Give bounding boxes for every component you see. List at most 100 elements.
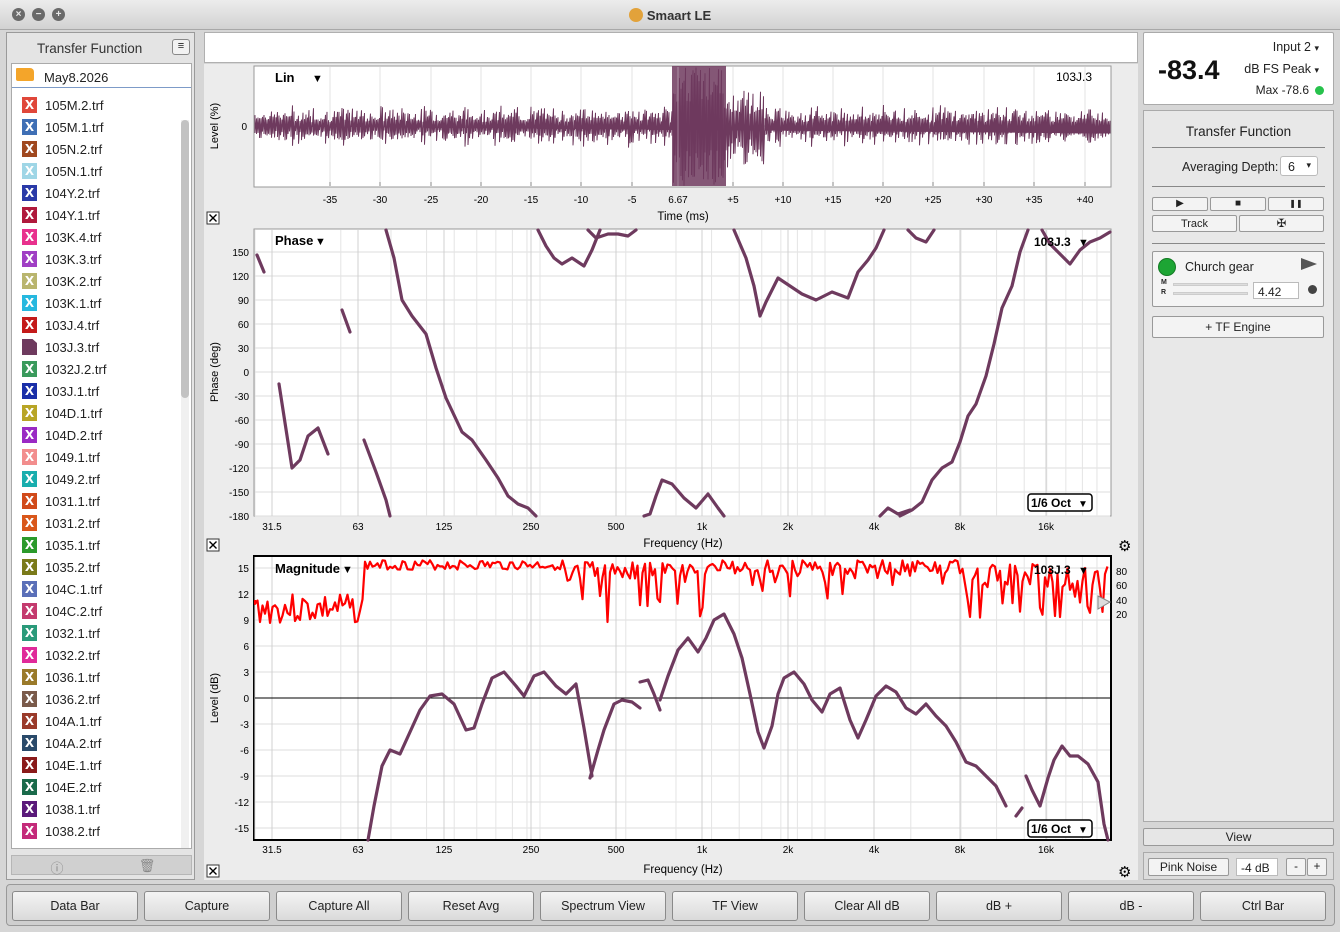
file-item[interactable]: X 103K.3.trf bbox=[12, 248, 182, 270]
data-bar-menu-button[interactable]: ≡ bbox=[172, 39, 190, 55]
impulse-mode-label[interactable]: Lin bbox=[275, 70, 295, 85]
file-item[interactable]: X 1035.2.trf bbox=[12, 556, 182, 578]
toolbar-button-spectrum-view[interactable]: Spectrum View bbox=[540, 891, 666, 921]
toolbar-button-capture-all[interactable]: Capture All bbox=[276, 891, 402, 921]
file-item[interactable]: X 1049.1.trf bbox=[12, 446, 182, 468]
dropdown-arrow-icon[interactable]: ▼ bbox=[312, 73, 323, 85]
close-pane-icon[interactable] bbox=[206, 211, 220, 225]
view-button[interactable]: View bbox=[1143, 828, 1334, 846]
file-item[interactable]: X 103K.4.trf bbox=[12, 226, 182, 248]
pink-noise-button[interactable]: Pink Noise bbox=[1148, 858, 1229, 876]
file-item[interactable]: X 104Y.2.trf bbox=[12, 182, 182, 204]
file-item[interactable]: X 104E.1.trf bbox=[12, 754, 182, 776]
folder-row[interactable]: May8.2026 bbox=[12, 64, 191, 88]
file-item[interactable]: X 1049.2.trf bbox=[12, 468, 182, 490]
scrollbar-thumb[interactable] bbox=[181, 120, 189, 398]
file-name: 104C.1.trf bbox=[45, 582, 103, 597]
file-item[interactable]: X 1035.1.trf bbox=[12, 534, 182, 556]
file-item[interactable]: X 1032J.2.trf bbox=[12, 358, 182, 380]
magnitude-smoothing-select[interactable]: 1/6 Oct ▼ bbox=[1027, 819, 1093, 838]
file-item[interactable]: X 104D.2.trf bbox=[12, 424, 182, 446]
y-tick-label: 150 bbox=[232, 248, 249, 259]
gear-icon[interactable]: ⚙ bbox=[1118, 864, 1131, 880]
toolbar-button-tf-view[interactable]: TF View bbox=[672, 891, 798, 921]
dropdown-arrow-icon[interactable]: ▼ bbox=[342, 564, 353, 576]
file-item[interactable]: X 1038.2.trf bbox=[12, 820, 182, 842]
file-item[interactable]: X 104A.1.trf bbox=[12, 710, 182, 732]
file-item[interactable]: X 1031.2.trf bbox=[12, 512, 182, 534]
file-item[interactable]: 103J.3.trf bbox=[12, 336, 182, 358]
level-down-button[interactable]: - bbox=[1286, 858, 1306, 876]
magnitude-pane[interactable]: Magnitude ▼ 103J.3 ▼ 1/6 Oct ▼ 80604020 … bbox=[204, 554, 1138, 880]
impulse-trace-label: 103J.3 bbox=[1056, 70, 1092, 84]
impulse-ylabel: Level (%) bbox=[209, 103, 221, 149]
toolbar-button-db[interactable]: dB + bbox=[936, 891, 1062, 921]
file-item[interactable]: X 103K.2.trf bbox=[12, 270, 182, 292]
dropdown-arrow-icon[interactable]: ▼ bbox=[1078, 237, 1089, 249]
file-item[interactable]: X 1036.2.trf bbox=[12, 688, 182, 710]
file-item[interactable]: X 103J.4.trf bbox=[12, 314, 182, 336]
toolbar-button-capture[interactable]: Capture bbox=[144, 891, 270, 921]
dropdown-arrow-icon: ▾ bbox=[1314, 43, 1319, 53]
file-tree[interactable]: May8.2026 X 105M.2.trf X 105M.1.trf X 105N.2.… bbox=[11, 63, 192, 849]
play-button[interactable]: ▶ bbox=[1152, 197, 1208, 211]
track-button[interactable]: Track bbox=[1152, 215, 1237, 232]
info-icon[interactable]: ⓘ bbox=[12, 858, 102, 876]
tools-icon[interactable]: ✠ bbox=[1239, 215, 1324, 232]
file-item[interactable]: X 105M.1.trf bbox=[12, 116, 182, 138]
magnitude-trace-label[interactable]: 103J.3 bbox=[1034, 563, 1071, 577]
phase-pane[interactable]: Phase ▼ 103J.3 ▼ 1/6 Oct ▼ Phase (deg) 1… bbox=[204, 228, 1138, 554]
x-tick-label: 250 bbox=[523, 522, 540, 533]
file-item[interactable]: X 103J.1.trf bbox=[12, 380, 182, 402]
toolbar-button-data-bar[interactable]: Data Bar bbox=[12, 891, 138, 921]
file-item[interactable]: X 104Y.1.trf bbox=[12, 204, 182, 226]
file-item[interactable]: X 104E.2.trf bbox=[12, 776, 182, 798]
phase-mode-label[interactable]: Phase bbox=[275, 233, 313, 248]
file-item[interactable]: X 104C.1.trf bbox=[12, 578, 182, 600]
trace-file-icon: X bbox=[22, 251, 37, 267]
trash-icon[interactable]: 🗑 bbox=[102, 858, 192, 873]
engine-on-button[interactable] bbox=[1158, 258, 1176, 276]
pause-button[interactable]: ❚❚ bbox=[1268, 197, 1324, 211]
engine-play-icon[interactable] bbox=[1301, 258, 1317, 270]
close-pane-icon[interactable] bbox=[206, 538, 220, 552]
averaging-select[interactable]: 6 ▾ bbox=[1280, 156, 1318, 176]
file-item[interactable]: X 105M.2.trf bbox=[12, 94, 182, 116]
file-item[interactable]: X 104D.1.trf bbox=[12, 402, 182, 424]
dropdown-arrow-icon[interactable]: ▼ bbox=[1078, 565, 1089, 577]
magnitude-mode-label[interactable]: Magnitude bbox=[275, 561, 340, 576]
delay-value-field[interactable]: 4.42 bbox=[1253, 282, 1299, 299]
file-item[interactable]: X 104A.2.trf bbox=[12, 732, 182, 754]
file-item[interactable]: X 105N.1.trf bbox=[12, 160, 182, 182]
add-tf-engine-button[interactable]: + TF Engine bbox=[1152, 316, 1324, 338]
level-up-button[interactable]: + bbox=[1307, 858, 1327, 876]
phase-trace-label[interactable]: 103J.3 bbox=[1034, 235, 1071, 249]
file-item[interactable]: X 1038.1.trf bbox=[12, 798, 182, 820]
generator-level[interactable]: -4 dB bbox=[1236, 858, 1278, 876]
dropdown-arrow-icon[interactable]: ▼ bbox=[315, 236, 326, 248]
close-pane-icon[interactable] bbox=[206, 864, 220, 878]
impulse-pane[interactable]: Lin ▼ 103J.3 0 Level (%) -35 -30 -25 -20 -15… bbox=[204, 64, 1138, 228]
trace-file-icon: X bbox=[22, 713, 37, 729]
gear-icon[interactable]: ⚙ bbox=[1118, 538, 1131, 554]
toolbar-button-ctrl-bar[interactable]: Ctrl Bar bbox=[1200, 891, 1326, 921]
y-tick-label: -30 bbox=[235, 392, 250, 403]
control-title: Transfer Function bbox=[1185, 124, 1292, 139]
file-item[interactable]: X 104C.2.trf bbox=[12, 600, 182, 622]
file-list-scrollbar[interactable] bbox=[181, 120, 189, 848]
tf-engine-card[interactable]: Church gear M R 4.42 bbox=[1152, 251, 1324, 307]
file-item[interactable]: X 1031.1.trf bbox=[12, 490, 182, 512]
file-item[interactable]: X 1036.1.trf bbox=[12, 666, 182, 688]
file-item[interactable]: X 103K.1.trf bbox=[12, 292, 182, 314]
stop-button[interactable]: ■ bbox=[1210, 197, 1266, 211]
input-select[interactable]: Input 2 ▾ bbox=[1273, 40, 1319, 54]
delay-finder-icon[interactable] bbox=[1308, 285, 1317, 294]
toolbar-button-reset-avg[interactable]: Reset Avg bbox=[408, 891, 534, 921]
toolbar-button-db[interactable]: dB - bbox=[1068, 891, 1194, 921]
phase-smoothing-select[interactable]: 1/6 Oct ▼ bbox=[1027, 493, 1093, 512]
file-item[interactable]: X 1032.2.trf bbox=[12, 644, 182, 666]
file-item[interactable]: X 105N.2.trf bbox=[12, 138, 182, 160]
file-item[interactable]: X 1032.1.trf bbox=[12, 622, 182, 644]
toolbar-button-clear-all-db[interactable]: Clear All dB bbox=[804, 891, 930, 921]
meter-unit-select[interactable]: dB FS Peak ▾ bbox=[1244, 62, 1319, 76]
